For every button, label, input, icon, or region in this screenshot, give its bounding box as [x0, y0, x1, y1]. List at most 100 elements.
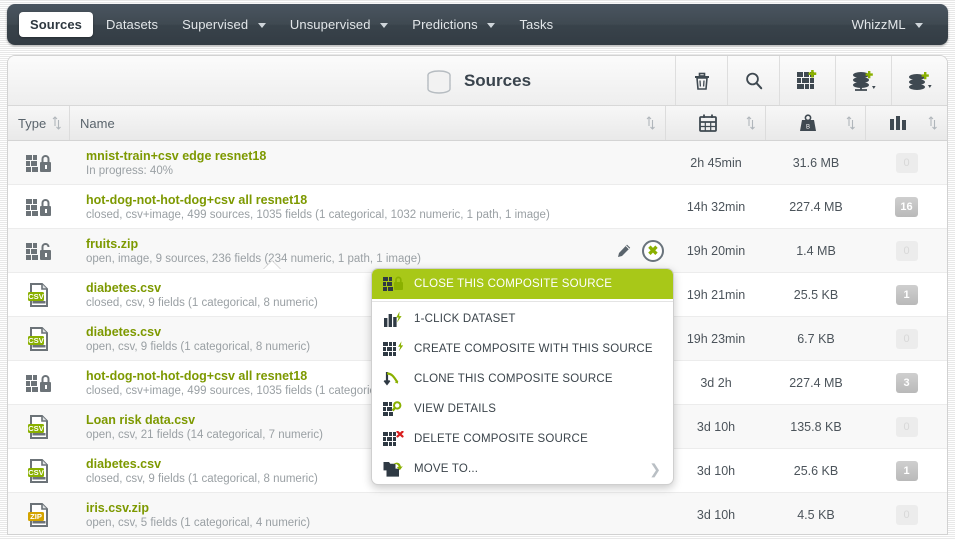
status-badge: 1	[895, 460, 918, 481]
search-button[interactable]	[727, 56, 779, 105]
source-size: 135.8 KB	[790, 419, 842, 434]
source-size: 4.5 KB	[797, 507, 835, 522]
nav-item-unsupervised[interactable]: Unsupervised	[279, 12, 399, 37]
table-row[interactable]: fruits.zip open, image, 9 sources, 236 f…	[8, 229, 947, 273]
source-age: 19h 20min	[686, 243, 746, 258]
move-to-icon	[382, 459, 404, 479]
composite-lock-icon	[382, 274, 404, 294]
sort-arrows-icon[interactable]	[846, 116, 855, 130]
source-size: 31.6 MB	[792, 155, 840, 170]
toolbar-actions	[675, 56, 947, 105]
table-row[interactable]: hot-dog-not-hot-dog+csv all resnet18 clo…	[8, 185, 947, 229]
status-badge: 16	[895, 196, 918, 217]
source-name-link[interactable]: mnist-train+csv edge resnet18	[86, 149, 666, 163]
create-composite-button[interactable]	[779, 56, 835, 105]
source-age: 19h 23min	[686, 331, 746, 346]
column-header-name-label: Name	[80, 115, 115, 131]
zip-file-icon: ZIP	[26, 502, 52, 528]
column-header-type[interactable]: Type	[8, 106, 70, 140]
source-name-link[interactable]: hot-dog-not-hot-dog+csv all resnet18	[86, 193, 666, 207]
database-icon	[424, 66, 454, 96]
table-row[interactable]: mnist-train+csv edge resnet18 In progres…	[8, 141, 947, 185]
menu-item-move-to[interactable]: MOVE TO... ❯	[372, 454, 673, 484]
add-database-button[interactable]	[891, 56, 947, 105]
top-navigation-bar: Sources Datasets Supervised Unsupervised…	[7, 4, 948, 45]
source-description: open, csv, 5 fields (1 categorical, 4 nu…	[86, 516, 311, 529]
sort-arrows-icon[interactable]	[928, 116, 937, 130]
source-name-cell: iris.csv.zip open, csv, 5 fields (1 cate…	[70, 493, 666, 534]
source-age: 14h 32min	[686, 199, 746, 214]
menu-item-clone-this-composite-source[interactable]: CLONE THIS COMPOSITE SOURCE	[372, 364, 673, 394]
chevron-down-icon	[380, 23, 389, 29]
column-header-size[interactable]: B	[766, 106, 866, 140]
nav-item-datasets[interactable]: Datasets	[95, 12, 169, 37]
source-name-link[interactable]: fruits.zip	[86, 237, 666, 251]
nav-item-tasks[interactable]: Tasks	[508, 12, 564, 37]
nav-item-sources[interactable]: Sources	[19, 12, 94, 37]
source-name-cell: mnist-train+csv edge resnet18 In progres…	[70, 141, 666, 184]
chevron-down-icon	[487, 23, 496, 29]
context-menu-arrow	[263, 261, 281, 270]
sort-arrows-icon[interactable]	[646, 116, 655, 130]
sort-arrows-icon[interactable]	[52, 116, 62, 130]
composite-locked-icon	[25, 372, 53, 394]
source-datasets-cell: 1	[866, 273, 947, 316]
menu-item-label: VIEW DETAILS	[414, 403, 497, 415]
menu-divider	[372, 301, 673, 302]
source-type-cell: CSV	[8, 405, 70, 448]
svg-text:CSV: CSV	[28, 424, 45, 433]
composite-locked-icon	[25, 196, 53, 218]
source-name-link[interactable]: iris.csv.zip	[86, 501, 666, 515]
source-name-cell: fruits.zip open, image, 9 sources, 236 f…	[70, 229, 666, 272]
nav-item-whizzml[interactable]: WhizzML	[841, 12, 934, 37]
status-badge: 1	[895, 284, 918, 305]
source-type-cell	[8, 141, 70, 184]
menu-item-label: DELETE COMPOSITE SOURCE	[414, 433, 588, 445]
search-icon	[745, 72, 762, 89]
menu-item-create-composite-with-this-source[interactable]: CREATE COMPOSITE WITH THIS SOURCE	[372, 334, 673, 364]
menu-item-1-click-dataset[interactable]: 1-CLICK DATASET	[372, 304, 673, 334]
status-badge: 0	[895, 328, 918, 349]
column-header-age[interactable]	[666, 106, 766, 140]
source-size: 6.7 KB	[797, 331, 835, 346]
source-size: 25.5 KB	[793, 287, 839, 302]
nav-item-supervised-label: Supervised	[182, 17, 249, 32]
menu-item-label: MOVE TO...	[414, 463, 479, 475]
source-size: 25.6 KB	[793, 463, 839, 478]
source-age: 3d 10h	[696, 507, 736, 522]
menu-item-label: CLOSE THIS COMPOSITE SOURCE	[414, 278, 613, 290]
source-type-cell	[8, 361, 70, 404]
nav-item-supervised[interactable]: Supervised	[171, 12, 277, 37]
column-header-name[interactable]: Name	[70, 106, 666, 140]
nav-item-predictions[interactable]: Predictions	[401, 12, 506, 37]
column-header-datasets[interactable]	[866, 106, 947, 140]
menu-item-delete-composite-source[interactable]: DELETE COMPOSITE SOURCE	[372, 424, 673, 454]
source-type-cell: ZIP	[8, 493, 70, 534]
nav-item-tasks-label: Tasks	[519, 17, 554, 32]
source-datasets-cell: 0	[866, 405, 947, 448]
delete-button[interactable]	[675, 56, 727, 105]
nav-item-sources-label: Sources	[30, 17, 83, 32]
weight-icon: B	[776, 113, 840, 133]
source-type-cell: CSV	[8, 449, 70, 492]
menu-item-close-composite-source[interactable]: CLOSE THIS COMPOSITE SOURCE	[372, 269, 673, 299]
clone-icon	[382, 369, 404, 389]
source-datasets-cell: 0	[866, 493, 947, 534]
add-source-button[interactable]	[835, 56, 891, 105]
source-type-cell: CSV	[8, 317, 70, 360]
status-badge: 0	[895, 504, 918, 525]
close-source-icon[interactable]: ✖	[642, 239, 664, 262]
source-type-cell	[8, 229, 70, 272]
menu-item-view-details[interactable]: VIEW DETAILS	[372, 394, 673, 424]
edit-pencil-icon[interactable]	[616, 243, 632, 259]
page-title: Sources	[463, 70, 532, 90]
nav-item-datasets-label: Datasets	[106, 17, 159, 32]
sort-arrows-icon[interactable]	[746, 116, 755, 130]
status-badge: 0	[895, 416, 918, 437]
source-description: closed, csv+image, 499 sources, 1035 fie…	[86, 208, 550, 221]
add-source-stack-icon	[852, 70, 876, 91]
svg-text:B: B	[806, 125, 810, 131]
table-row[interactable]: ZIP iris.csv.zip open, csv, 5 fields (1 …	[8, 493, 947, 534]
source-datasets-cell: 16	[866, 185, 947, 228]
source-datasets-cell: 1	[866, 449, 947, 492]
